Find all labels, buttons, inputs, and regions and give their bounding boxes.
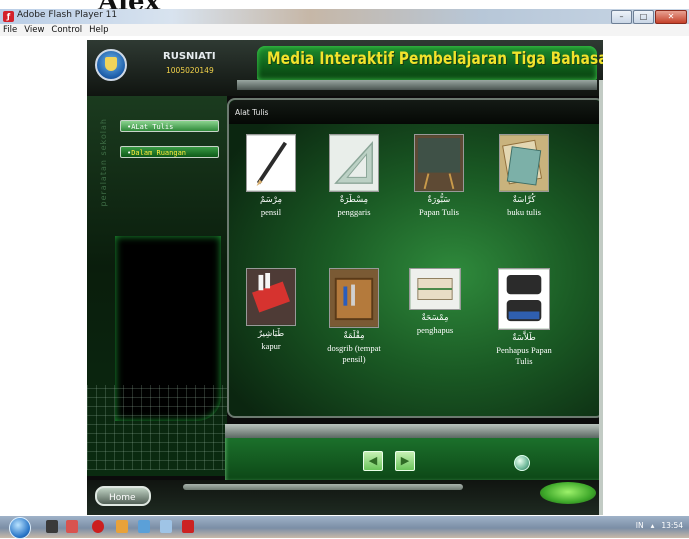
item-arabic: طَبَاشِيرٌ [257,329,285,339]
user-name: RUSNIATI [163,51,216,62]
university-logo-icon [95,49,127,81]
pencil-image [246,134,296,192]
vocab-item-papan-tulis[interactable]: سَبُّورَةٌ Papan Tulis [407,134,471,218]
panel-title: Alat Tulis [235,108,269,117]
sidebar-item-alat-tulis[interactable]: •ALat Tulis [120,120,219,132]
taskbar-app-icon[interactable] [66,520,78,533]
system-tray: IN ▴ 13:54 [636,521,683,530]
menu-bar: File View Control Help [0,24,689,36]
menu-view[interactable]: View [24,24,44,36]
item-label: penghapus [416,325,454,335]
sidebar-item-label: ALat Tulis [131,123,174,131]
opera-icon[interactable] [92,520,104,533]
item-arabic: مِسْطَرَةٌ [339,195,369,205]
item-label: buku tulis [507,207,541,217]
minimize-button[interactable]: – [611,10,632,24]
home-button[interactable]: Home [95,486,151,506]
item-label: Penhapus Papan Tulis [496,345,552,366]
stage-edge [599,80,603,515]
item-label: penggaris [337,207,371,217]
close-button[interactable]: ✕ [655,10,687,24]
maximize-button[interactable]: □ [633,10,654,24]
menu-control[interactable]: Control [51,24,82,36]
menu-file[interactable]: File [3,24,17,36]
eraser-image [409,268,461,310]
header-strip [237,80,597,90]
item-arabic: كُرَّاسَةٌ [512,195,536,205]
content-panel: Alat Tulis مِرْسَمٌ pensil مِسْطَرَةٌ pe… [227,98,603,418]
vocab-item-buku-tulis[interactable]: كُرَّاسَةٌ buku tulis [492,134,556,218]
flash-player-taskbar-icon[interactable] [182,520,194,533]
taskbar-app-icon[interactable] [160,520,172,533]
user-id: 1005020149 [166,66,214,75]
vocab-item-penggaris[interactable]: مِسْطَرَةٌ penggaris [322,134,386,218]
window-titlebar: ƒ Adobe Flash Player 11 – □ ✕ [0,9,689,24]
ruler-image [329,134,379,192]
window-title: Adobe Flash Player 11 [17,10,118,20]
menu-help[interactable]: Help [89,24,108,36]
item-arabic: سَبُّورَةٌ [427,195,451,205]
next-button[interactable]: ▶ [395,451,415,471]
green-oval-button[interactable] [540,482,596,504]
sidebar-item-label: Dalam Ruangan [131,149,187,157]
vocab-item-penghapus-papan[interactable]: طَلاَّسَةٌ Penhapus Papan Tulis [489,268,559,367]
vocab-item-penghapus[interactable]: مِمْسَحَةٌ penghapus [407,268,463,336]
taskbar-app-icon[interactable] [138,520,150,533]
item-arabic: طَلاَّسَةٌ [512,333,536,343]
item-arabic: مِمْسَحَةٌ [421,313,449,323]
window-controls: – □ ✕ [611,10,687,24]
previous-button[interactable]: ◀ [363,451,383,471]
chalk-image [246,268,296,326]
panel-header [229,100,602,124]
notebook-image [499,134,549,192]
footer-track [183,484,463,490]
taskbar: IN ▴ 13:54 [0,516,689,539]
vocab-item-pensil[interactable]: مِرْسَمٌ pensil [239,134,303,218]
world-map-decoration [87,385,227,470]
taskbar-app-icon[interactable] [116,520,128,533]
flash-player-icon: ƒ [3,11,14,22]
language-indicator[interactable]: IN [636,521,644,530]
item-arabic: مِرْسَمٌ [259,195,283,205]
bottom-strip [225,424,603,438]
vocab-item-dosgrib[interactable]: مِقْلَمَةٌ dosgrib (tempat pensil) [319,268,389,365]
start-button-icon[interactable] [9,517,31,539]
board-eraser-image [498,268,550,330]
item-label: Papan Tulis [419,207,459,217]
blackboard-image [414,134,464,192]
app-title: Media Interaktif Pembelajaran Tiga Bahas… [267,49,603,68]
sidebar-vertical-label: peralatan sekolah [99,118,108,207]
item-label: kapur [261,341,281,351]
flash-stage: Media Interaktif Pembelajaran Tiga Bahas… [87,40,603,515]
clock[interactable]: 13:54 [661,521,683,530]
sidebar-item-dalam-ruangan[interactable]: •Dalam Ruangan [120,146,219,158]
tray-arrow-icon[interactable]: ▴ [651,521,655,530]
vocab-item-kapur[interactable]: طَبَاشِيرٌ kapur [239,268,303,352]
item-label: pensil [260,207,282,217]
item-arabic: مِقْلَمَةٌ [343,331,365,341]
item-label: dosgrib (tempat pensil) [327,343,381,364]
taskbar-app-icon[interactable] [46,520,58,533]
round-button[interactable] [514,455,530,471]
pencil-case-image [329,268,379,328]
